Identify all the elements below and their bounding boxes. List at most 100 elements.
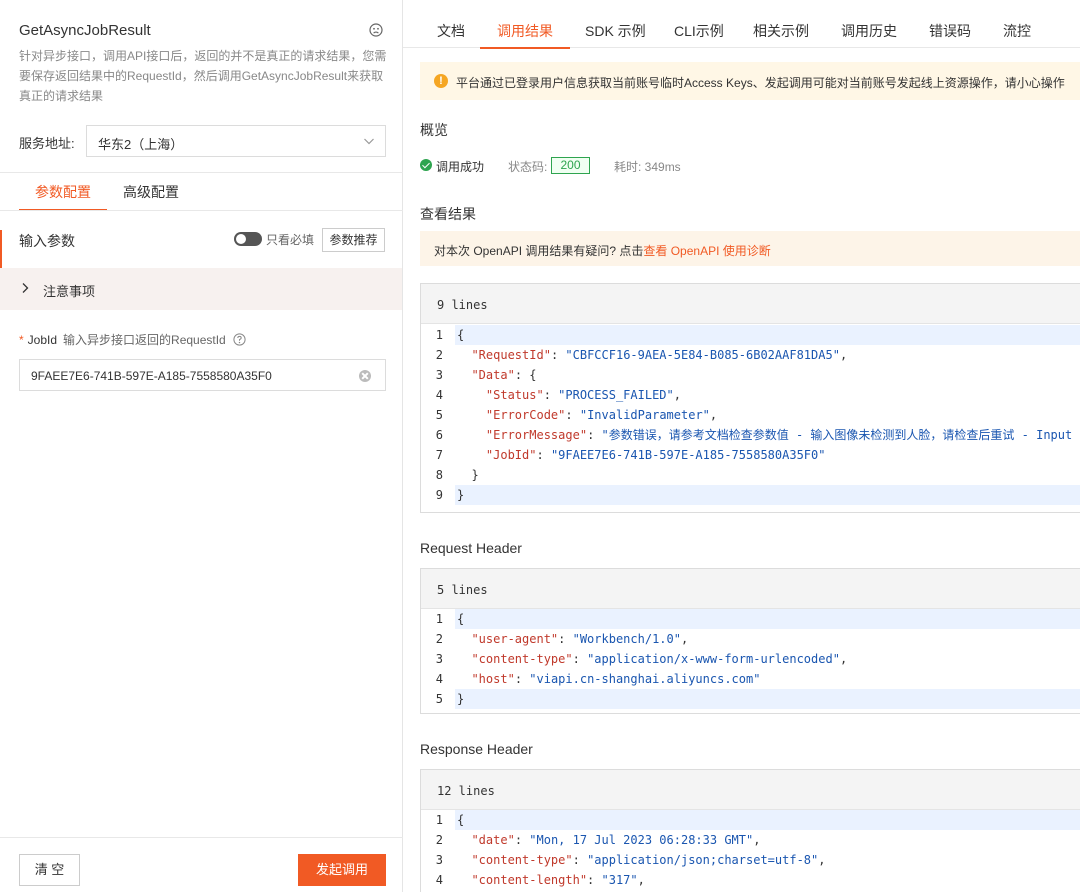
code-text: } [457, 692, 465, 706]
elapsed-time: 耗时: 349ms [614, 160, 681, 174]
clear-button[interactable]: 清 空 [19, 854, 80, 886]
tab-cli-example[interactable]: CLI示例 [674, 0, 724, 48]
json-key: "user-agent" [471, 632, 559, 646]
line-number: 5 [435, 408, 443, 422]
code-body: 1{2 "RequestId": "CBFCCF16-9AEA-5E84-B08… [421, 324, 1080, 505]
success-check-icon [420, 159, 432, 171]
json-key: "ErrorCode" [485, 408, 566, 422]
code-text: "JobId": "9FAEE7E6-741B-597E-A185-755858… [485, 448, 826, 462]
json-key: "host" [471, 672, 515, 686]
code-text: "RequestId": "CBFCCF16-9AEA-5E84-B085-6B… [471, 348, 848, 362]
json-value: "PROCESS_FAILED" [558, 388, 674, 402]
overview-title: 概览 [420, 122, 448, 138]
json-value: "Workbench/1.0" [572, 632, 681, 646]
json-key: "date" [471, 833, 515, 847]
line-number: 3 [435, 853, 443, 867]
code-line: 4 "content-length": "317", [421, 870, 1080, 890]
clear-input-icon[interactable] [359, 370, 371, 382]
result-code-block[interactable]: 9 lines 1{2 "RequestId": "CBFCCF16-9AEA-… [420, 283, 1080, 513]
json-value: "InvalidParameter" [579, 408, 710, 422]
response-header-code-block[interactable]: 12 lines 1{2 "date": "Mon, 17 Jul 2023 0… [420, 769, 1080, 892]
json-key: "Data" [471, 368, 515, 382]
tab-related-examples[interactable]: 相关示例 [753, 0, 809, 48]
line-number: 1 [435, 612, 443, 626]
api-description: 针对异步接口，调用API接口后，返回的并不是真正的请求结果，您需要保存返回结果中… [19, 49, 387, 103]
tab-flow-control[interactable]: 流控 [1003, 0, 1031, 48]
line-number: 4 [435, 672, 443, 686]
code-line: 3 "Data": { [421, 365, 1080, 385]
tab-call-history[interactable]: 调用历史 [841, 0, 897, 48]
code-line: 7 "JobId": "9FAEE7E6-741B-597E-A185-7558… [421, 445, 1080, 465]
code-line: 9} [421, 485, 1080, 505]
feedback-face-icon[interactable] [369, 23, 383, 37]
required-only-label: 只看必填 [266, 233, 315, 247]
code-line: 1{ [421, 325, 1080, 345]
warning-text: 平台通过已登录用户信息获取当前账号临时Access Keys、发起调用可能对当前… [456, 76, 1065, 90]
code-line: 1{ [421, 810, 1080, 830]
code-text: "content-type": "application/x-www-form-… [471, 652, 848, 666]
code-text: "date": "Mon, 17 Jul 2023 06:28:33 GMT", [471, 833, 761, 847]
input-params-label: 输入参数 [19, 233, 75, 249]
line-number: 3 [435, 652, 443, 666]
required-only-toggle[interactable] [234, 232, 262, 246]
code-text: "host": "viapi.cn-shanghai.aliyuncs.com" [471, 672, 761, 686]
json-value: "application/x-www-form-urlencoded" [587, 652, 840, 666]
code-text: } [457, 468, 479, 482]
success-text: 调用成功 [436, 160, 485, 174]
json-key: "ErrorMessage" [485, 428, 588, 442]
code-text: "content-type": "application/json;charse… [471, 853, 826, 867]
code-line: 2 "date": "Mon, 17 Jul 2023 06:28:33 GMT… [421, 830, 1080, 850]
param-recommend-button[interactable]: 参数推荐 [322, 228, 385, 252]
tab-param-config[interactable]: 参数配置 [19, 173, 107, 211]
json-key: "content-length" [471, 873, 588, 887]
code-header: 5 lines [421, 569, 1080, 609]
json-value: "viapi.cn-shanghai.aliyuncs.com" [529, 672, 761, 686]
help-icon[interactable] [233, 333, 246, 346]
json-value: "CBFCCF16-9AEA-5E84-B085-6B02AAF81DA5" [565, 348, 840, 362]
diagnosis-link[interactable]: 查看 OpenAPI 使用诊断 [643, 244, 770, 258]
tab-sdk-example[interactable]: SDK 示例 [585, 0, 646, 48]
notice-collapse[interactable]: 注意事项 [0, 268, 402, 310]
json-key: "JobId" [485, 448, 537, 462]
diagnosis-prompt: 对本次 OpenAPI 调用结果有疑问? 点击 [434, 244, 644, 258]
jobid-input[interactable]: 9FAEE7E6-741B-597E-A185-7558580A35F0 [19, 359, 386, 391]
code-text: { [457, 813, 465, 827]
tab-call-result[interactable]: 调用结果 [480, 0, 570, 49]
json-value: "Mon, 17 Jul 2023 06:28:33 GMT" [529, 833, 754, 847]
section-accent-bar [0, 230, 2, 270]
code-line: 4 "host": "viapi.cn-shanghai.aliyuncs.co… [421, 669, 1080, 689]
line-count: 9 lines [437, 298, 488, 312]
tab-docs[interactable]: 文档 [437, 0, 465, 48]
request-header-title: Request Header [420, 540, 522, 556]
code-text: { [457, 328, 465, 342]
tab-advanced-config[interactable]: 高级配置 [107, 173, 195, 211]
code-text: "ErrorCode": "InvalidParameter", [485, 408, 718, 422]
toggle-knob [236, 234, 246, 244]
status-code-badge: 200 [551, 157, 590, 174]
code-text: "Status": "PROCESS_FAILED", [485, 388, 681, 402]
request-header-code-block[interactable]: 5 lines 1{2 "user-agent": "Workbench/1.0… [420, 568, 1080, 714]
json-value: "9FAEE7E6-741B-597E-A185-7558580A35F0" [550, 448, 826, 462]
line-number: 3 [435, 368, 443, 382]
line-number: 1 [435, 813, 443, 827]
code-line: 5} [421, 689, 1080, 709]
json-key: "content-type" [471, 652, 573, 666]
tab-error-codes[interactable]: 错误码 [929, 0, 971, 48]
code-header: 12 lines [421, 770, 1080, 810]
notice-label: 注意事项 [43, 284, 96, 299]
service-address-label: 服务地址: [19, 136, 75, 151]
code-line: 5 "ErrorCode": "InvalidParameter", [421, 405, 1080, 425]
service-address-select[interactable]: 华东2（上海） [86, 125, 386, 157]
code-header: 9 lines [421, 284, 1080, 324]
json-key: "content-type" [471, 853, 573, 867]
divider [0, 210, 403, 211]
warning-icon: ! [434, 74, 448, 88]
invoke-button[interactable]: 发起调用 [298, 854, 386, 886]
line-number: 4 [435, 388, 443, 402]
view-result-title: 查看结果 [420, 206, 476, 222]
code-line: 2 "user-agent": "Workbench/1.0", [421, 629, 1080, 649]
code-line: 8 } [421, 465, 1080, 485]
status-code-label: 状态码: [508, 160, 548, 174]
line-count: 12 lines [437, 784, 495, 798]
diagnosis-text: 对本次 OpenAPI 调用结果有疑问? 点击查看 OpenAPI 使用诊断 [434, 242, 771, 259]
